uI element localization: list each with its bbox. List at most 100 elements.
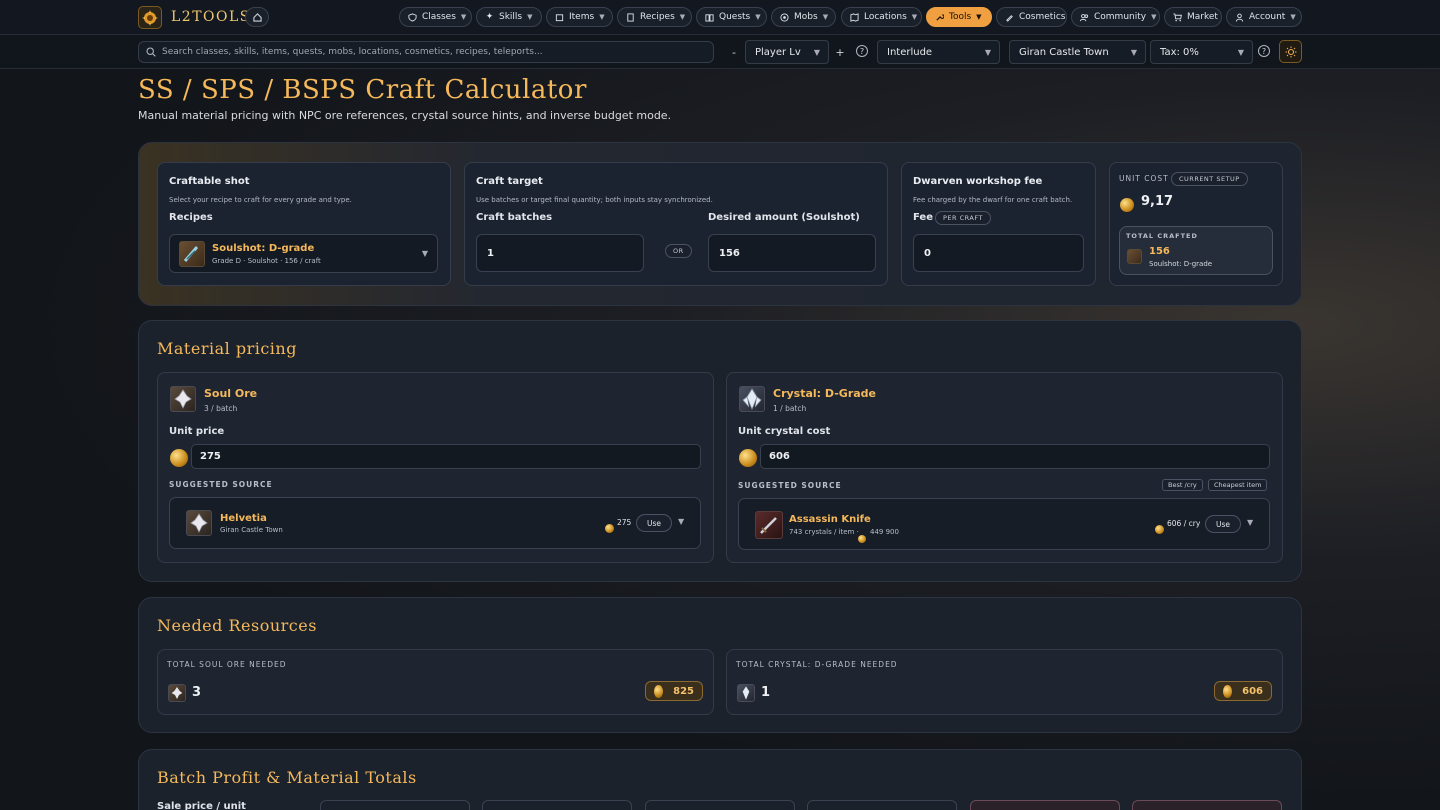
unit-cost-value: 9,17	[1141, 194, 1174, 209]
home-button[interactable]	[245, 7, 269, 27]
shield-icon	[408, 12, 417, 22]
level-increment-button[interactable]: +	[829, 40, 851, 64]
nav-quests[interactable]: Quests ▼	[696, 7, 767, 27]
recipes-label: Recipes	[169, 212, 213, 223]
wrench-icon	[935, 13, 944, 22]
chevron-down-icon: ▼	[911, 13, 918, 21]
chevron-down-icon: ▼	[679, 13, 686, 21]
nav-items[interactable]: Items ▼	[546, 7, 613, 27]
fee-label: Fee	[913, 212, 933, 223]
chevron-down-icon: ▼	[527, 13, 533, 21]
total-crystal-cost-badge: 606	[1214, 681, 1272, 701]
recipe-select[interactable]: Soulshot: D-grade Grade D · Soulshot · 1…	[169, 234, 438, 273]
tax-select[interactable]: Tax: 0% ▼	[1150, 40, 1253, 64]
theme-toggle-button[interactable]	[1279, 40, 1302, 63]
recipe-meta: Grade D · Soulshot · 156 / craft	[212, 257, 321, 265]
nav-cosmetics[interactable]: Cosmetics	[996, 7, 1067, 27]
chevron-down-icon[interactable]: ▼	[1247, 518, 1253, 527]
chevron-down-icon: ▼	[599, 13, 605, 21]
adena-coin-icon	[739, 447, 757, 467]
nav-market[interactable]: Market	[1164, 7, 1222, 27]
source-name: Helvetia	[220, 513, 267, 524]
nav-skills[interactable]: ✦ Skills ▼	[476, 7, 542, 27]
use-source-button[interactable]: Use	[636, 514, 672, 532]
chevron-down-icon: ▼	[1130, 47, 1137, 57]
chevron-down-icon[interactable]: ▼	[678, 517, 684, 526]
chevron-down-icon: ▼	[813, 47, 820, 57]
soul-ore-price-input[interactable]: 275	[191, 444, 701, 469]
desired-amount-input[interactable]: 156	[708, 234, 876, 272]
chronicle-select[interactable]: Interlude ▼	[877, 40, 1000, 64]
adena-coin-icon	[1120, 194, 1134, 213]
profit-input-6[interactable]	[1132, 800, 1282, 810]
map-icon	[850, 12, 859, 22]
box-icon	[555, 13, 564, 22]
profit-input-4[interactable]	[807, 800, 957, 810]
soul-ore-suggested-label: SUGGESTED SOURCE	[169, 480, 273, 489]
help-icon[interactable]: ?	[856, 45, 868, 57]
sparkle-icon: ✦	[485, 12, 494, 22]
craftable-shot-title: Craftable shot	[169, 176, 250, 187]
nav-tools[interactable]: Tools ▼	[926, 7, 992, 27]
craft-batches-label: Craft batches	[476, 212, 553, 223]
chevron-down-icon: ▼	[460, 13, 467, 21]
nav-mobs[interactable]: Mobs ▼	[771, 7, 836, 27]
scroll-icon	[626, 12, 635, 22]
soul-ore-icon	[170, 386, 196, 412]
total-ore-label: TOTAL SOUL ORE NEEDED	[167, 660, 287, 669]
soulshot-icon	[1127, 249, 1142, 264]
player-level-select[interactable]: Player Lv ▼	[745, 40, 829, 64]
book-icon	[705, 13, 714, 22]
soul-ore-icon	[168, 684, 186, 702]
adena-coin-icon	[654, 684, 664, 698]
town-select[interactable]: Giran Castle Town ▼	[1009, 40, 1146, 64]
crystal-price-input[interactable]: 606	[760, 444, 1270, 469]
total-crafted-value: 156	[1149, 246, 1170, 257]
cheapest-item-button[interactable]: Cheapest item	[1208, 479, 1268, 491]
adena-coin-icon	[1155, 519, 1164, 538]
search-input[interactable]: Search classes, skills, items, quests, m…	[138, 41, 714, 63]
level-decrement-button[interactable]: -	[723, 40, 745, 64]
crystal-icon	[737, 684, 755, 702]
chevron-down-icon: ▼	[421, 249, 428, 258]
total-ore-cost-badge: 825	[645, 681, 703, 701]
profit-input-2[interactable]	[482, 800, 632, 810]
cart-icon	[1173, 12, 1182, 22]
fee-input[interactable]: 0	[913, 234, 1084, 272]
logo-icon[interactable]	[138, 6, 162, 29]
nav-community[interactable]: Community ▼	[1071, 7, 1160, 27]
total-ore-qty: 3	[192, 685, 202, 700]
target-icon	[780, 12, 789, 22]
nav-recipes[interactable]: Recipes ▼	[617, 7, 692, 27]
craft-batches-input[interactable]: 1	[476, 234, 644, 272]
profit-input-3[interactable]	[645, 800, 795, 810]
chevron-down-icon: ▼	[984, 47, 991, 57]
nav-locations[interactable]: Locations ▼	[841, 7, 922, 27]
total-crystal-qty: 1	[761, 685, 771, 700]
page-title: SS / SPS / BSPS Craft Calculator	[138, 75, 587, 105]
sale-price-label: Sale price / unit	[157, 801, 246, 810]
adena-coin-icon	[1223, 684, 1233, 698]
unit-price-label: Unit price	[169, 426, 225, 437]
source-price: 275	[617, 518, 632, 527]
users-icon	[1080, 13, 1089, 22]
crystal-source-select[interactable]: Assassin Knife 743 crystals / item · 449…	[738, 498, 1270, 550]
use-source-button[interactable]: Use	[1205, 515, 1241, 533]
nav-classes[interactable]: Classes ▼	[399, 7, 472, 27]
chevron-down-icon: ▼	[1151, 13, 1157, 21]
soulshot-icon	[179, 241, 205, 267]
help-icon[interactable]: ?	[1258, 45, 1270, 57]
chevron-down-icon: ▼	[976, 13, 982, 21]
nav-account[interactable]: Account ▼	[1226, 7, 1302, 27]
profit-input-5[interactable]	[970, 800, 1120, 810]
material-pricing-title: Material pricing	[157, 339, 297, 358]
unit-crystal-cost-label: Unit crystal cost	[738, 426, 831, 437]
soul-ore-source-select[interactable]: Helvetia Giran Castle Town 275 Use ▼	[169, 497, 701, 549]
unit-cost-label: UNIT COST	[1119, 174, 1169, 183]
craftable-shot-desc: Select your recipe to craft for every gr…	[169, 196, 352, 204]
adena-coin-icon	[170, 447, 188, 467]
best-per-crystal-button[interactable]: Best /cry	[1162, 479, 1203, 491]
sun-icon	[1285, 46, 1296, 57]
profit-input-1[interactable]	[320, 800, 470, 810]
brand-name[interactable]: L2TOOLS	[171, 9, 251, 25]
